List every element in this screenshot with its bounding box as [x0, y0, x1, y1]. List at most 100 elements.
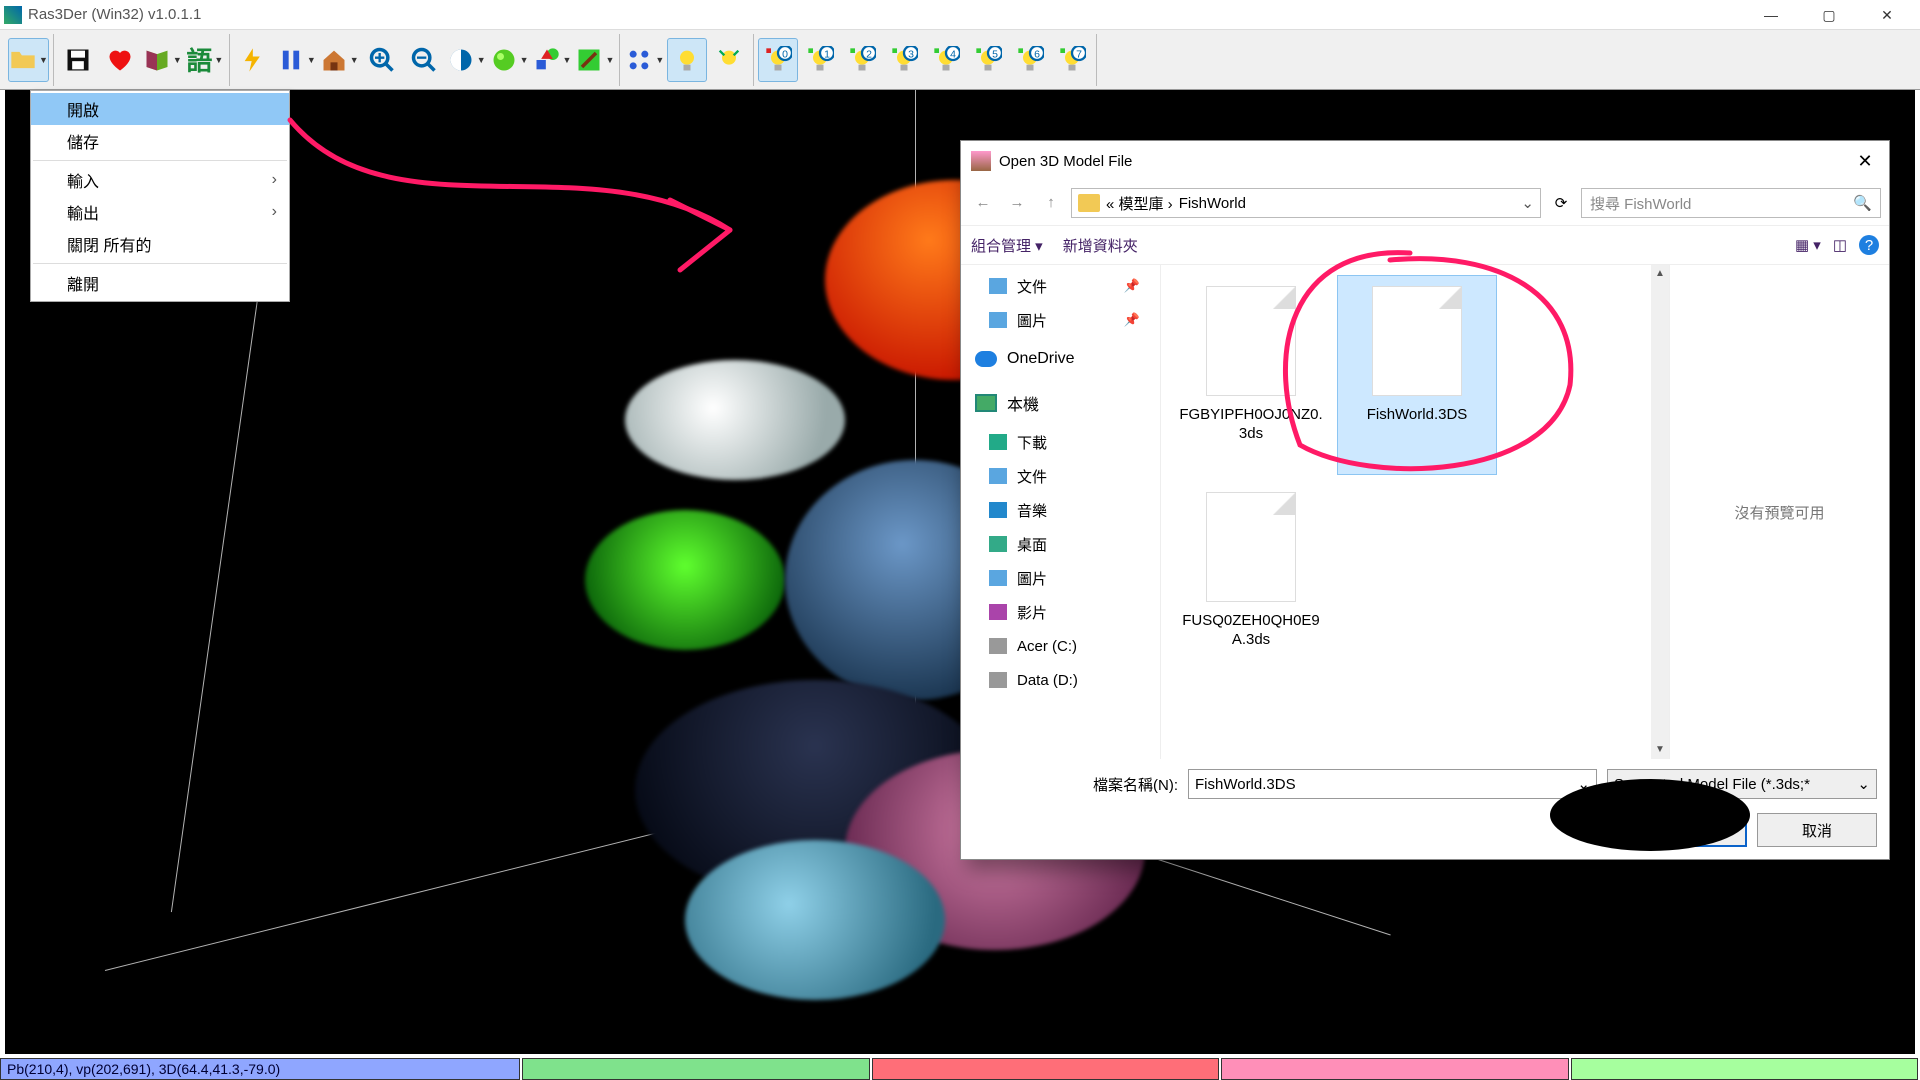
light-slot-7[interactable]: 7: [1052, 38, 1092, 82]
sidebar-item-pc-6[interactable]: Acer (C:): [961, 629, 1160, 663]
folder-icon: [1078, 194, 1100, 212]
scrollbar[interactable]: ▲ ▼: [1651, 265, 1669, 759]
render-button[interactable]: [234, 38, 274, 82]
sidebar-item-pc-5[interactable]: 影片: [961, 595, 1160, 629]
chevron-down-icon[interactable]: ⌄: [1577, 775, 1590, 793]
edit-button[interactable]: ▼: [574, 38, 615, 82]
sidebar-item-pc-4[interactable]: 圖片: [961, 561, 1160, 595]
pause-button[interactable]: ▼: [276, 38, 317, 82]
dialog-icon: [971, 151, 991, 171]
svg-text:5: 5: [992, 48, 998, 60]
light-spot-button[interactable]: [709, 38, 749, 82]
favorite-button[interactable]: [100, 38, 140, 82]
minimize-button[interactable]: —: [1742, 1, 1800, 29]
menu-export[interactable]: 輸出: [31, 196, 289, 228]
sidebar-onedrive[interactable]: OneDrive: [961, 337, 1160, 381]
sidebar-item-pc-3[interactable]: 桌面: [961, 527, 1160, 561]
light-slot-0[interactable]: 0: [758, 38, 798, 82]
refresh-button[interactable]: ⟳: [1547, 194, 1575, 212]
scroll-down-button[interactable]: ▼: [1651, 741, 1669, 759]
search-input[interactable]: 搜尋 FishWorld 🔍: [1581, 188, 1881, 218]
heart-icon: [106, 46, 134, 74]
scene-button[interactable]: ▼: [319, 38, 360, 82]
zoom-in-icon: [368, 46, 396, 74]
dialog-title: Open 3D Model File: [999, 153, 1132, 170]
sidebar-item-pc-0[interactable]: 下載: [961, 425, 1160, 459]
book-icon: [143, 46, 171, 74]
filetype-select[interactable]: Supported Model File (*.3ds;*⌄: [1607, 769, 1877, 799]
view-button[interactable]: ▦ ▾: [1795, 236, 1821, 254]
nav-up-button[interactable]: ↑: [1037, 189, 1065, 217]
light-slot-4[interactable]: 4: [926, 38, 966, 82]
statusbar: Pb(210,4), vp(202,691), 3D(64.4,41.3,-79…: [0, 1058, 1920, 1080]
contrast-button[interactable]: ▼: [446, 38, 487, 82]
sidebar-item-pc-7[interactable]: Data (D:): [961, 663, 1160, 697]
cloud-icon: [975, 351, 997, 367]
sidebar-item-documents[interactable]: 文件📌: [961, 269, 1160, 303]
nav-back-button[interactable]: ←: [969, 189, 997, 217]
breadcrumb[interactable]: « 模型庫 › FishWorld ⌄: [1071, 188, 1541, 218]
sidebar-thispc[interactable]: 本機: [961, 381, 1160, 425]
scroll-up-button[interactable]: ▲: [1651, 265, 1669, 283]
file-list[interactable]: FGBYIPFH0OJ0NZ0.3ds FishWorld.3DS FUSQ0ZEH…: [1161, 265, 1651, 759]
help-button[interactable]: ?: [1859, 235, 1879, 255]
preview-pane-button[interactable]: ◫: [1833, 236, 1847, 254]
sidebar-item-pc-2[interactable]: 音樂: [961, 493, 1160, 527]
doc-icon: [989, 278, 1007, 294]
file-item[interactable]: FUSQ0ZEH0QH0E9A.3ds: [1171, 481, 1331, 681]
nav-forward-button[interactable]: →: [1003, 189, 1031, 217]
light-global-button[interactable]: [667, 38, 707, 82]
grid-button[interactable]: ▼: [624, 38, 665, 82]
save-button[interactable]: [58, 38, 98, 82]
menu-close-all[interactable]: 關閉 所有的: [31, 228, 289, 260]
menu-import[interactable]: 輸入: [31, 164, 289, 196]
app-icon: [4, 6, 22, 24]
grid-icon: [625, 46, 653, 74]
menu-exit[interactable]: 離開: [31, 267, 289, 299]
light-slot-3[interactable]: 3: [884, 38, 924, 82]
search-placeholder: 搜尋 FishWorld: [1590, 193, 1691, 214]
cancel-button[interactable]: 取消: [1757, 813, 1877, 847]
sidebar-item-pictures[interactable]: 圖片📌: [961, 303, 1160, 337]
zoom-in-button[interactable]: [362, 38, 402, 82]
shapes-icon: [533, 46, 561, 74]
shapes-button[interactable]: ▼: [532, 38, 573, 82]
light-slot-6[interactable]: 6: [1010, 38, 1050, 82]
file-item[interactable]: FGBYIPFH0OJ0NZ0.3ds: [1171, 275, 1331, 475]
sidebar-item-pc-1[interactable]: 文件: [961, 459, 1160, 493]
manage-button[interactable]: 組合管理 ▾: [971, 235, 1043, 256]
pause-icon: [277, 46, 305, 74]
menu-open[interactable]: 開啟: [31, 93, 289, 125]
drive-icon: [989, 570, 1007, 586]
light-slot-1[interactable]: 1: [800, 38, 840, 82]
breadcrumb-prefix: « 模型庫 ›: [1106, 193, 1173, 214]
toolbar: ▼ ▼ 語▼ ▼ ▼ ▼ ▼ ▼ ▼ ▼ 0 123 4 567: [0, 30, 1920, 90]
filename-label: 檔案名稱(N):: [1093, 774, 1178, 795]
status-seg-4: [1221, 1058, 1569, 1080]
material-button[interactable]: ▼: [489, 38, 530, 82]
new-folder-button[interactable]: 新增資料夾: [1063, 235, 1138, 256]
floppy-icon: [64, 46, 92, 74]
chevron-down-icon[interactable]: ⌄: [1857, 775, 1870, 793]
open-button[interactable]: 開啟(O): [1627, 813, 1747, 847]
menu-save[interactable]: 儲存: [31, 125, 289, 157]
svg-text:4: 4: [950, 48, 956, 60]
status-coords: Pb(210,4), vp(202,691), 3D(64.4,41.3,-79…: [0, 1058, 520, 1080]
close-button[interactable]: ✕: [1858, 1, 1916, 29]
light-slot-5[interactable]: 5: [968, 38, 1008, 82]
language-button[interactable]: 語▼: [185, 38, 225, 82]
light-slot-2[interactable]: 2: [842, 38, 882, 82]
zoom-out-button[interactable]: [404, 38, 444, 82]
dialog-close-button[interactable]: ✕: [1851, 151, 1879, 172]
library-button[interactable]: ▼: [142, 38, 183, 82]
svg-text:1: 1: [824, 48, 830, 60]
file-item[interactable]: FishWorld.3DS: [1337, 275, 1497, 475]
file-button[interactable]: ▼: [8, 38, 49, 82]
filename-input[interactable]: FishWorld.3DS⌄: [1188, 769, 1597, 799]
chevron-down-icon[interactable]: ⌄: [1521, 194, 1534, 212]
file-name: FishWorld.3DS: [1363, 406, 1472, 425]
edit-icon: [575, 46, 603, 74]
maximize-button[interactable]: ▢: [1800, 1, 1858, 29]
pin-icon: 📌: [1124, 312, 1140, 328]
status-seg-2: [522, 1058, 870, 1080]
